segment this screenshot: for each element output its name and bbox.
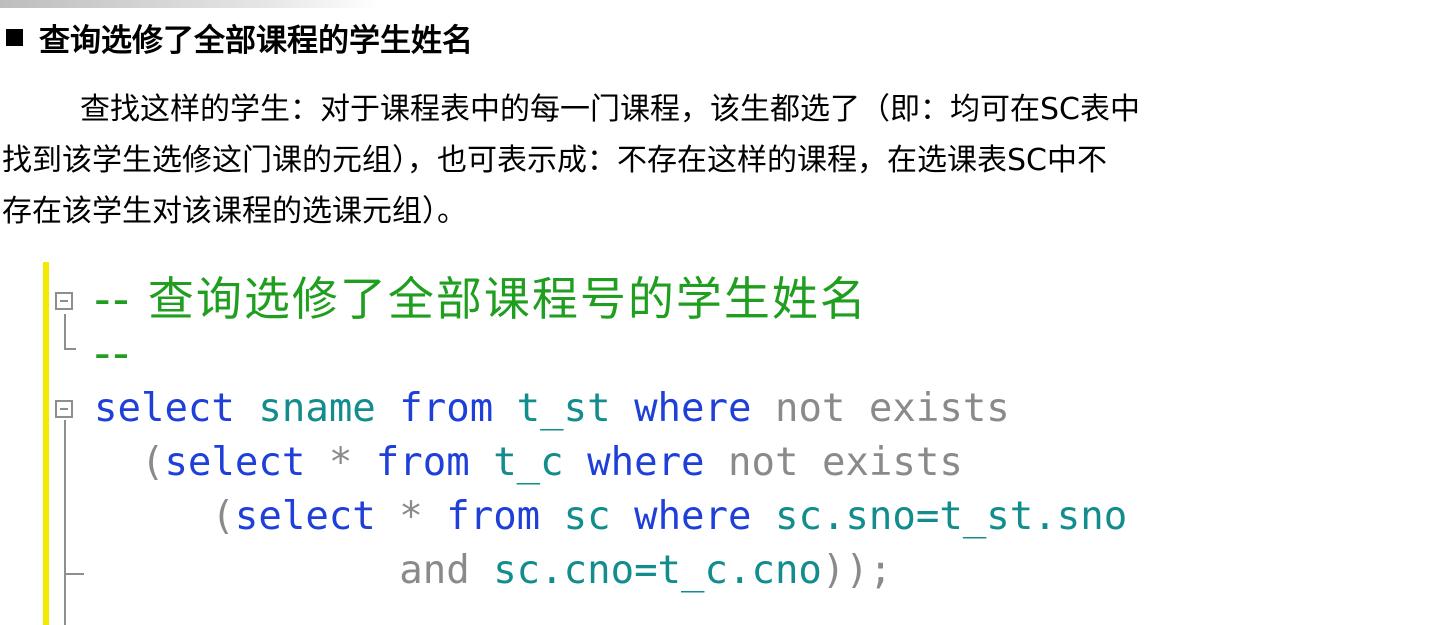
paragraph-line-1: 查找这样的学生：对于课程表中的每一门课程，该生都选了（即：均可在SC表中	[80, 92, 1140, 127]
code-line-2: (select * from t_c where not exists	[94, 436, 963, 490]
kw-exists: exists	[868, 386, 1010, 431]
paren-open: (	[211, 494, 235, 539]
kw-select: select	[94, 386, 235, 431]
join-condition-cno: sc.cno=t_c.cno	[493, 548, 822, 593]
kw-from: from	[375, 440, 470, 485]
slide-top-strip	[0, 0, 380, 8]
collapse-comment-icon[interactable]	[55, 292, 73, 310]
id-sc: sc	[563, 494, 611, 539]
paragraph-line-2: 找到该学生选修这门课的元组），也可表示成：不存在这样的课程，在选课表SC中不	[2, 143, 1107, 178]
code-line-1: select sname from t_st where not exists	[94, 382, 1010, 436]
kw-where: where	[634, 386, 752, 431]
code-line-4: and sc.cno=t_c.cno));	[94, 544, 892, 598]
paren-open: (	[140, 440, 165, 485]
kw-select: select	[164, 440, 306, 485]
kw-exists: exists	[821, 440, 963, 485]
heading-text: 查询选修了全部课程的学生姓名	[39, 22, 473, 59]
id-sname: sname	[258, 386, 376, 431]
outline-guide-query	[64, 420, 66, 625]
code-comment-line: -- 查询选修了全部课程号的学生姓名	[94, 272, 868, 326]
op-star: *	[328, 440, 353, 485]
kw-not: not	[728, 440, 799, 485]
paragraph-line-3: 存在该学生对该课程的选课元组）。	[2, 194, 467, 229]
kw-where: where	[634, 494, 752, 539]
join-condition-sno: sc.sno=t_st.sno	[774, 494, 1128, 539]
kw-not: not	[774, 386, 846, 431]
id-t-c: t_c	[493, 440, 564, 485]
code-comment-end: --	[94, 326, 132, 380]
description-paragraph: 查找这样的学生：对于课程表中的每一门课程，该生都选了（即：均可在SC表中 找到该…	[2, 84, 1402, 237]
square-bullet-icon	[6, 28, 23, 46]
outline-tee	[64, 573, 84, 575]
id-t-st: t_st	[516, 386, 611, 431]
op-star: *	[399, 494, 423, 539]
code-line-3: (select * from sc where sc.sno=t_st.sno	[94, 490, 1127, 544]
kw-select: select	[234, 494, 376, 539]
slide-heading: 查询选修了全部课程的学生姓名	[6, 14, 473, 60]
outline-end-corner	[64, 334, 76, 350]
kw-from: from	[399, 386, 494, 431]
collapse-query-icon[interactable]	[55, 400, 73, 418]
closing-parens: ));	[821, 548, 893, 593]
kw-where: where	[587, 440, 705, 485]
kw-and: and	[399, 548, 470, 593]
changed-lines-marker	[43, 262, 49, 625]
sql-code-editor: -- 查询选修了全部课程号的学生姓名 -- select sname from …	[0, 262, 1429, 625]
kw-from: from	[446, 494, 541, 539]
